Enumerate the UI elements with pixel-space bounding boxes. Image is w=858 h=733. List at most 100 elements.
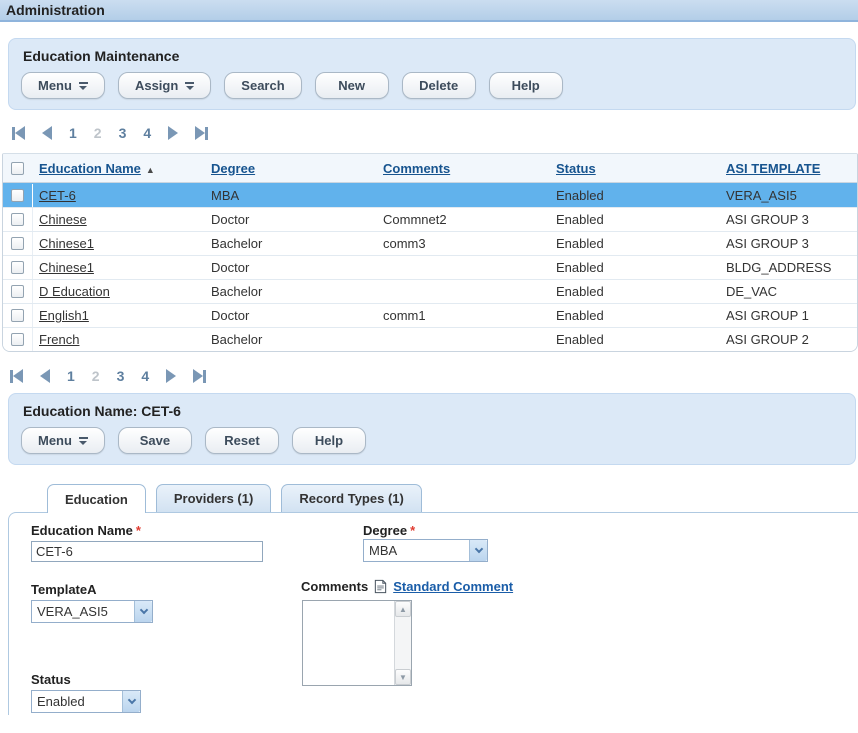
standard-comment-link[interactable]: Standard Comment [393, 579, 513, 594]
panel-title: Education Maintenance [23, 48, 180, 64]
template-select[interactable]: VERA_ASI5 [31, 600, 153, 623]
page-number-1[interactable]: 1 [69, 125, 77, 141]
row-checkbox[interactable] [11, 309, 24, 322]
tab-providers[interactable]: Providers (1) [155, 484, 272, 512]
table-row[interactable]: French Bachelor Enabled ASI GROUP 2 [3, 327, 857, 351]
save-button-label: Save [139, 433, 171, 448]
reset-button-label: Reset [224, 433, 260, 448]
dropdown-arrow-icon[interactable] [122, 691, 140, 712]
asi-template-cell: ASI GROUP 1 [726, 308, 809, 323]
row-checkbox[interactable] [11, 333, 24, 346]
delete-button-label: Delete [419, 78, 459, 93]
page-number-3[interactable]: 3 [119, 125, 127, 141]
table-row[interactable]: Chinese1 Doctor Enabled BLDG_ADDRESS [3, 255, 857, 279]
education-detail-panel: Education Name: CET-6 Menu Save Reset He… [8, 393, 856, 465]
education-name-link[interactable]: Chinese1 [39, 236, 94, 251]
comments-cell: Commnet2 [383, 212, 447, 227]
last-page-icon[interactable] [193, 369, 207, 383]
row-checkbox[interactable] [11, 285, 24, 298]
degree-cell: Bachelor [211, 284, 263, 299]
reset-button[interactable]: Reset [204, 427, 279, 454]
search-button[interactable]: Search [224, 72, 302, 99]
education-table: Education Name ▲ Degree Comments Status A… [2, 153, 858, 352]
template-label: TemplateA [31, 582, 97, 597]
status-cell: Enabled [556, 260, 604, 275]
degree-cell: Doctor [211, 308, 250, 323]
assign-button-label: Assign [134, 78, 179, 93]
degree-cell: MBA [211, 188, 240, 203]
last-page-icon[interactable] [195, 126, 209, 140]
required-marker: * [135, 523, 141, 538]
status-select-value: Enabled [37, 694, 85, 709]
first-page-icon[interactable] [10, 369, 23, 383]
help-button[interactable]: Help [291, 427, 366, 454]
table-row[interactable]: Chinese1 Bachelor comm3 Enabled ASI GROU… [3, 231, 857, 255]
tab-education[interactable]: Education [47, 484, 146, 513]
row-checkbox[interactable] [11, 189, 24, 202]
education-name-link[interactable]: English1 [39, 308, 89, 323]
scroll-up-icon[interactable]: ▲ [395, 601, 411, 617]
comments-textarea-value[interactable] [303, 601, 394, 685]
education-name-input[interactable] [31, 541, 263, 562]
asi-template-cell: DE_VAC [726, 284, 778, 299]
status-cell: Enabled [556, 236, 604, 251]
row-checkbox[interactable] [11, 213, 24, 226]
status-cell: Enabled [556, 308, 604, 323]
education-tab-content: Education Name* Degree* MBA TemplateA VE… [8, 512, 858, 715]
column-header-education-name[interactable]: Education Name ▲ [33, 161, 205, 176]
comments-scrollbar[interactable]: ▲ ▼ [394, 601, 411, 685]
degree-cell: Doctor [211, 260, 250, 275]
education-name-link[interactable]: Chinese1 [39, 260, 94, 275]
education-name-link[interactable]: French [39, 332, 79, 347]
page-number-1[interactable]: 1 [67, 368, 75, 384]
degree-cell: Bachelor [211, 332, 263, 347]
comments-label: Comments [301, 579, 369, 594]
next-page-icon[interactable] [166, 369, 177, 383]
comments-header: Comments Standard Comment [301, 579, 513, 594]
column-header-status[interactable]: Status [550, 161, 720, 176]
column-header-degree[interactable]: Degree [205, 161, 377, 176]
dropdown-arrow-icon[interactable] [469, 540, 487, 561]
menu-button[interactable]: Menu [21, 72, 105, 99]
help-button-label: Help [511, 78, 540, 93]
table-row[interactable]: CET-6 MBA Enabled VERA_ASI5 [3, 183, 857, 207]
dropdown-arrow-icon[interactable] [134, 601, 152, 622]
asi-template-cell: ASI GROUP 3 [726, 236, 809, 251]
page-number-3[interactable]: 3 [117, 368, 125, 384]
menu-dropdown-icon [78, 436, 88, 445]
assign-button[interactable]: Assign [117, 72, 212, 99]
row-checkbox[interactable] [11, 261, 24, 274]
table-row[interactable]: D Education Bachelor Enabled DE_VAC [3, 279, 857, 303]
column-header-comments[interactable]: Comments [377, 161, 550, 176]
scroll-down-icon[interactable]: ▼ [395, 669, 411, 685]
select-all-checkbox[interactable] [11, 161, 24, 175]
education-name-link[interactable]: Chinese [39, 212, 87, 227]
help-button-label: Help [314, 433, 344, 448]
column-header-asi-template[interactable]: ASI TEMPLATE [720, 161, 857, 176]
degree-select-value: MBA [369, 543, 398, 558]
delete-button[interactable]: Delete [401, 72, 476, 99]
page-header: Administration [0, 0, 858, 22]
row-checkbox[interactable] [11, 237, 24, 250]
page-number-4[interactable]: 4 [141, 368, 149, 384]
standard-comment-icon[interactable] [373, 579, 388, 594]
tab-record-types[interactable]: Record Types (1) [281, 484, 422, 512]
status-select[interactable]: Enabled [31, 690, 141, 713]
page-number-4[interactable]: 4 [143, 125, 151, 141]
help-button[interactable]: Help [488, 72, 563, 99]
new-button-label: New [338, 78, 366, 93]
menu-button[interactable]: Menu [21, 427, 105, 454]
next-page-icon[interactable] [168, 126, 179, 140]
previous-page-icon[interactable] [42, 126, 52, 140]
table-row[interactable]: English1 Doctor comm1 Enabled ASI GROUP … [3, 303, 857, 327]
new-button[interactable]: New [314, 72, 389, 99]
first-page-icon[interactable] [12, 126, 25, 140]
degree-select[interactable]: MBA [363, 539, 488, 562]
save-button[interactable]: Save [117, 427, 192, 454]
pagination-top: 1 2 3 4 [12, 125, 858, 141]
previous-page-icon[interactable] [40, 369, 50, 383]
comments-textarea[interactable]: ▲ ▼ [302, 600, 412, 686]
education-name-link[interactable]: D Education [39, 284, 110, 299]
education-name-link[interactable]: CET-6 [39, 188, 76, 203]
table-row[interactable]: Chinese Doctor Commnet2 Enabled ASI GROU… [3, 207, 857, 231]
